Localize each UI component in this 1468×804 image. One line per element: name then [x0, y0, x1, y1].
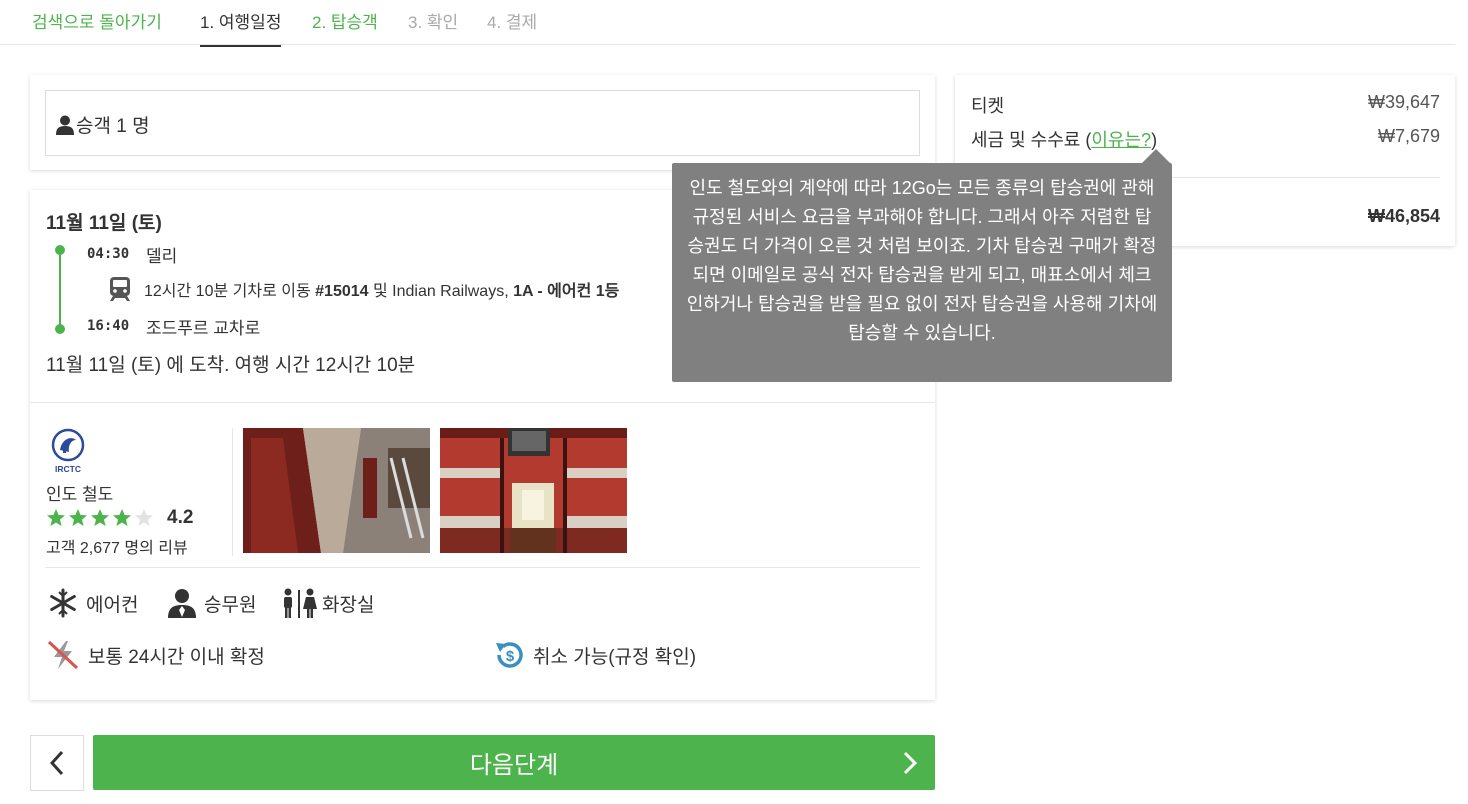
train-icon — [110, 277, 130, 301]
passenger-count-label: 승객 1 명 — [76, 116, 150, 137]
ticket-label: 티켓 — [971, 96, 1005, 116]
step-payment: 4. 결제 — [487, 13, 538, 32]
fees-tooltip: 인도 철도와의 계약에 따라 12Go는 모든 종류의 탑승권에 관해 규정된 … — [672, 163, 1172, 382]
amenity-toilet: 화장실 — [280, 588, 374, 618]
confirmation-time-label: 보통 24시간 이내 확정 — [88, 646, 265, 668]
arrival-summary: 11월 11일 (토) 에 도착. 여행 시간 12시간 10분 — [46, 355, 416, 376]
ticket-value: ₩39,647 — [1367, 92, 1440, 112]
train-class: 1A - 에어컨 1등 — [513, 283, 620, 300]
timeline-line — [59, 248, 61, 328]
departure-place: 델리 — [146, 247, 178, 266]
arrival-place: 조드푸르 교차로 — [146, 319, 261, 338]
amenity-ac: 에어컨 — [48, 588, 138, 618]
operator-name: 인도 철도 — [46, 485, 114, 504]
tax-value: ₩7,679 — [1377, 126, 1440, 146]
amenity-staff: 승무원 — [168, 588, 256, 618]
next-step-button[interactable]: 다음단계 — [93, 735, 935, 790]
rating-value: 4.2 — [167, 507, 194, 528]
tax-label-group: 세금 및 수수료 (이유는?) — [971, 130, 1158, 150]
star-icon — [69, 509, 87, 526]
tooltip-caret — [1142, 149, 1170, 163]
section-divider — [30, 402, 935, 403]
train-number: #15014 — [315, 283, 369, 300]
timeline-dot-arrival — [55, 324, 65, 334]
ticket-price-row: 티켓 ₩39,647 — [971, 92, 1440, 118]
chevron-left-icon — [50, 750, 64, 776]
previous-button[interactable] — [30, 735, 84, 791]
passenger-selector[interactable]: 승객 1 명 — [45, 90, 920, 156]
staff-icon — [168, 589, 196, 618]
star-icon — [47, 509, 65, 526]
total-price: ₩46,854 — [1367, 206, 1440, 226]
tax-row: 세금 및 수수료 (이유는?) ₩7,679 — [971, 126, 1440, 152]
star-icon — [91, 509, 109, 526]
timeline-dot-departure — [55, 245, 65, 255]
refund-icon: $ — [496, 642, 523, 668]
amenity-ac-label: 에어컨 — [86, 594, 139, 616]
person-icon — [56, 115, 74, 135]
snowflake-icon — [50, 588, 76, 618]
step-passengers[interactable]: 2. 탑승객 — [312, 8, 378, 33]
step-confirm: 3. 확인 — [408, 13, 459, 32]
star-empty-icon — [135, 509, 153, 526]
passenger-card: 승객 1 명 — [30, 75, 935, 170]
bottom-navigation: 다음단계 — [30, 720, 935, 804]
train-cabin-photo[interactable] — [440, 428, 627, 553]
why-fees-link[interactable]: 이유는? — [1091, 130, 1151, 150]
confirmation-time: 보통 24시간 이내 확정 — [46, 639, 265, 671]
svg-text:$: $ — [506, 648, 515, 665]
section-divider — [45, 567, 920, 568]
back-to-search-link[interactable]: 검색으로 돌아가기 — [32, 8, 162, 33]
departure-time: 04:30 — [87, 246, 130, 262]
cancellation-policy-label: 취소 가능(규정 확인) — [533, 646, 697, 668]
chevron-right-icon — [903, 751, 917, 775]
passenger-count: 승객 1 명 — [56, 111, 150, 138]
booking-steps: 검색으로 돌아가기 1. 여행일정 2. 탑승객 3. 확인 4. 결제 — [0, 0, 1455, 47]
arrival-time: 16:40 — [87, 318, 130, 334]
amenity-staff-label: 승무원 — [204, 594, 257, 616]
next-step-label: 다음단계 — [469, 752, 559, 779]
trip-date: 11월 11일 (토) — [46, 213, 162, 234]
svg-text:IRCTC: IRCTC — [55, 464, 81, 474]
train-segment: 12시간 10분 기차로 이동 #15014 및 Indian Railways… — [108, 276, 619, 302]
step-itinerary[interactable]: 1. 여행일정 — [200, 8, 282, 47]
vertical-divider — [232, 428, 233, 556]
train-corridor-photo[interactable] — [243, 428, 430, 553]
review-count: 고객 2,677 명의 리뷰 — [46, 540, 188, 557]
rating-stars — [46, 508, 154, 528]
amenity-toilet-label: 화장실 — [322, 594, 375, 616]
cancellation-policy[interactable]: $ 취소 가능(규정 확인) — [493, 639, 696, 671]
irctc-logo: IRCTC — [51, 428, 85, 474]
star-icon — [113, 509, 131, 526]
train-description: 12시간 10분 기차로 이동 #15014 및 Indian Railways… — [144, 283, 620, 300]
restroom-icon — [284, 588, 317, 618]
no-instant-confirm-icon — [47, 640, 79, 670]
